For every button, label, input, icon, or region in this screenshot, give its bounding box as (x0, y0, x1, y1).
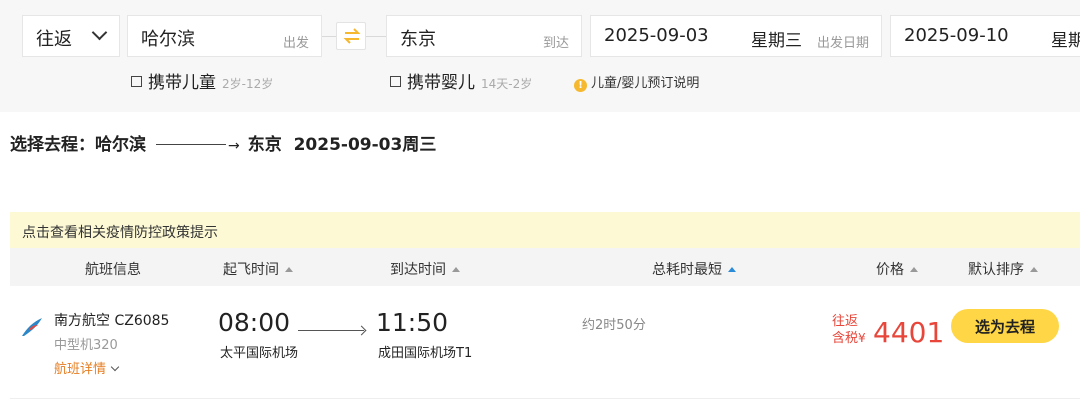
flight-row: 南方航空 CZ6085 中型机320 航班详情 08:00 太平国际机场 11:… (10, 286, 1080, 399)
sort-caret-icon (1030, 267, 1038, 272)
sort-caret-icon (910, 267, 918, 272)
currency-symbol: ¥ (858, 331, 866, 345)
child-age-hint: 2岁-12岁 (222, 77, 274, 91)
from-city-value: 哈尔滨 (141, 29, 195, 50)
route-arrow-line (156, 144, 226, 145)
child-label: 携带儿童 (148, 73, 216, 93)
depart-airport: 太平国际机场 (220, 346, 299, 361)
header-depart-time[interactable]: 起飞时间 (223, 259, 293, 279)
depart-time: 08:00 (218, 308, 291, 337)
info-icon: ! (574, 79, 587, 92)
header-duration-label: 总耗时最短 (652, 262, 722, 278)
sort-caret-active-icon (728, 267, 736, 272)
return-weekday: 星期 (1051, 31, 1080, 51)
swap-icon (343, 28, 361, 44)
header-depart-time-label: 起飞时间 (223, 262, 279, 278)
selection-prefix: 选择去程： (10, 135, 95, 155)
flight-table-header: 航班信息 起飞时间 到达时间 总耗时最短 价格 默认排序 (10, 248, 1080, 286)
route-arrow-icon: → (228, 138, 240, 154)
selection-from: 哈尔滨 (95, 135, 146, 155)
header-arrive-time-label: 到达时间 (390, 262, 446, 278)
return-date-input[interactable]: 2025-09-10 星期 (890, 15, 1080, 57)
trip-type-select[interactable]: 往返 (22, 15, 120, 57)
sort-caret-icon (285, 267, 293, 272)
flight-duration: 约2时50分 (582, 318, 646, 333)
to-city-label: 到达 (542, 36, 569, 51)
trip-type-value: 往返 (36, 29, 72, 50)
child-infant-note-link[interactable]: ! 儿童/婴儿预订说明 (574, 72, 699, 92)
price-tags: 往返 含税¥ (832, 314, 866, 347)
flight-detail-link[interactable]: 航班详情 (54, 358, 120, 377)
from-city-input[interactable]: 哈尔滨 出发 (127, 15, 322, 57)
selection-date: 2025-09-03周三 (293, 135, 437, 155)
selection-to: 东京 (247, 135, 282, 155)
search-area: 往返 哈尔滨 出发 东京 到达 2025-09-03 星期三 出发日期 2025… (0, 0, 1080, 112)
price-tag-roundtrip: 往返 (832, 314, 859, 329)
header-flight-info: 航班信息 (85, 262, 141, 278)
swap-cities-button[interactable] (336, 22, 366, 50)
chevron-down-icon (110, 362, 120, 372)
child-checkbox-option[interactable]: 携带儿童 2岁-12岁 (131, 68, 273, 93)
chevron-down-icon (91, 24, 108, 41)
china-southern-logo-icon (22, 318, 42, 336)
header-duration[interactable]: 总耗时最短 (652, 259, 736, 279)
price-tag-tax: 含税¥ (832, 330, 866, 347)
sort-caret-icon (452, 267, 460, 272)
return-date-value: 2025-09-10 (904, 25, 1009, 46)
flight-arrow-icon (298, 330, 364, 331)
depart-weekday: 星期三 (751, 31, 802, 51)
header-default-sort[interactable]: 默认排序 (968, 259, 1038, 279)
header-price-label: 价格 (876, 262, 904, 278)
from-city-label: 出发 (282, 36, 309, 51)
header-sort-label: 默认排序 (968, 262, 1024, 278)
notice-text: 点击查看相关疫情防控政策提示 (22, 225, 218, 241)
to-city-input[interactable]: 东京 到达 (386, 15, 582, 57)
select-outbound-button[interactable]: 选为去程 (951, 309, 1059, 343)
header-price[interactable]: 价格 (876, 259, 918, 279)
arrive-airport: 成田国际机场T1 (378, 346, 473, 361)
depart-date-value: 2025-09-03 (604, 25, 709, 46)
price-value: 4401 (873, 316, 945, 349)
to-city-value: 东京 (400, 29, 436, 50)
flight-detail-label: 航班详情 (54, 362, 107, 377)
depart-date-input[interactable]: 2025-09-03 星期三 出发日期 (590, 15, 882, 57)
price-tag-tax-label: 含税 (832, 331, 859, 346)
note-text: 儿童/婴儿预订说明 (591, 76, 700, 91)
covid-policy-notice[interactable]: 点击查看相关疫情防控政策提示 (10, 212, 1080, 248)
child-checkbox[interactable] (131, 76, 142, 87)
aircraft-type: 中型机320 (54, 338, 118, 353)
airline-flight-number: 南方航空 CZ6085 (54, 313, 170, 329)
infant-label: 携带婴儿 (407, 73, 475, 93)
arrive-time: 11:50 (376, 308, 449, 337)
infant-age-hint: 14天-2岁 (481, 77, 533, 91)
depart-date-label: 出发日期 (816, 36, 869, 51)
selection-title: 选择去程：哈尔滨 → 东京 2025-09-03周三 (10, 130, 436, 155)
header-arrive-time[interactable]: 到达时间 (390, 259, 460, 279)
infant-checkbox[interactable] (390, 76, 401, 87)
infant-checkbox-option[interactable]: 携带婴儿 14天-2岁 (390, 68, 532, 93)
